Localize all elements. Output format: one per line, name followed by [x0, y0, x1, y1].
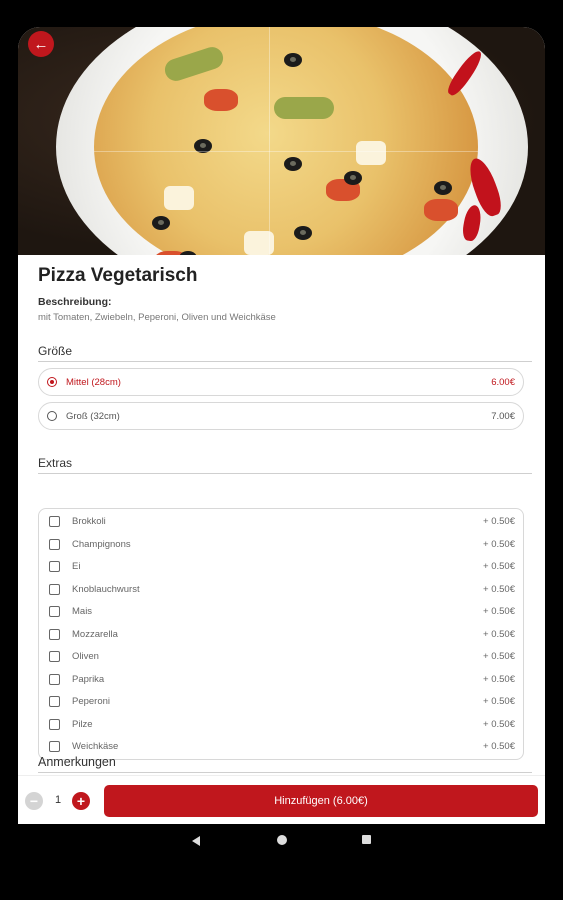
- checkbox-icon: [49, 561, 60, 572]
- extra-item-ei[interactable]: Ei + 0.50€: [39, 557, 523, 579]
- extra-label: Weichkäse: [72, 741, 119, 752]
- size-option-large[interactable]: Groß (32cm) 7.00€: [38, 402, 524, 430]
- increase-quantity-button[interactable]: +: [72, 792, 90, 810]
- extra-label: Champignons: [72, 538, 131, 550]
- size-option-price: 6.00€: [491, 377, 515, 388]
- extra-item-mais[interactable]: Mais + 0.50€: [39, 602, 523, 624]
- extra-price: + 0.50€: [483, 606, 515, 617]
- product-image: ←: [18, 27, 545, 255]
- size-option-medium[interactable]: Mittel (28cm) 6.00€: [38, 368, 524, 396]
- checkbox-icon: [49, 718, 60, 730]
- extra-price: + 0.50€: [483, 673, 515, 685]
- pepperoni-topping: [274, 97, 334, 119]
- slice-cut: [269, 27, 270, 255]
- extra-label: Peperoni: [72, 696, 111, 707]
- olive-topping: [294, 226, 312, 240]
- pizza: [94, 27, 478, 255]
- extra-price: + 0.50€: [483, 583, 515, 595]
- extra-label: Paprika: [72, 673, 105, 685]
- checkbox-icon: [49, 516, 60, 527]
- extra-item-champignons[interactable]: Champignons + 0.50€: [39, 535, 523, 557]
- size-option-label: Groß (32cm): [66, 411, 120, 422]
- extra-label: Mais: [72, 606, 93, 617]
- extra-item-oliven[interactable]: Oliven + 0.50€: [39, 647, 523, 669]
- extra-item-peperoni[interactable]: Peperoni + 0.50€: [39, 692, 523, 714]
- extra-item-brokkoli[interactable]: Brokkoli + 0.50€: [39, 512, 523, 534]
- checkbox-icon: [49, 741, 60, 752]
- extra-price: + 0.50€: [483, 561, 515, 572]
- cheese-topping: [356, 141, 386, 165]
- back-button[interactable]: ←: [28, 31, 54, 57]
- olive-topping: [434, 181, 452, 195]
- extras-list: Brokkoli + 0.50€ Champignons + 0.50€ Ei …: [38, 508, 524, 760]
- slice-cut: [94, 151, 478, 152]
- extra-item-mozzarella[interactable]: Mozzarella + 0.50€: [39, 625, 523, 647]
- extra-price: + 0.50€: [483, 651, 515, 662]
- size-option-price: 7.00€: [491, 411, 515, 422]
- extra-label: Pilze: [72, 718, 93, 730]
- olive-topping: [284, 53, 302, 67]
- nav-home-icon[interactable]: [277, 835, 287, 845]
- decrease-quantity-button[interactable]: −: [25, 792, 43, 810]
- cheese-topping: [164, 186, 194, 210]
- radio-selected-icon: [47, 377, 57, 387]
- quantity-value: 1: [54, 794, 62, 806]
- extra-price: + 0.50€: [483, 628, 515, 640]
- back-arrow-icon: ←: [33, 35, 49, 53]
- checkbox-icon: [49, 651, 60, 662]
- order-bar: − 1 + Hinzufügen (6.00€): [18, 775, 545, 824]
- size-section-heading: Größe: [38, 344, 532, 362]
- nav-back-icon[interactable]: [192, 836, 200, 846]
- app-screen: ← Pizza Vegetarisch Beschreibung: mit To…: [18, 27, 545, 824]
- extra-label: Ei: [72, 561, 81, 572]
- extra-item-pilze[interactable]: Pilze + 0.50€: [39, 715, 523, 737]
- olive-topping: [344, 171, 362, 185]
- checkbox-icon: [49, 628, 60, 640]
- size-option-label: Mittel (28cm): [66, 377, 121, 388]
- extra-price: + 0.50€: [483, 516, 515, 527]
- description-label: Beschreibung:: [38, 296, 112, 308]
- product-title: Pizza Vegetarisch: [38, 265, 198, 286]
- olive-topping: [284, 157, 302, 171]
- extra-price: + 0.50€: [483, 741, 515, 752]
- notes-section-heading: Anmerkungen: [38, 755, 532, 773]
- tomato-topping: [424, 199, 458, 221]
- checkbox-icon: [49, 538, 60, 550]
- nav-recent-icon[interactable]: [362, 835, 371, 844]
- extra-label: Brokkoli: [72, 516, 106, 527]
- pepperoni-topping: [162, 44, 226, 84]
- checkbox-icon: [49, 696, 60, 707]
- description-text: mit Tomaten, Zwiebeln, Peperoni, Oliven …: [38, 312, 276, 323]
- extra-price: + 0.50€: [483, 696, 515, 707]
- tomato-topping: [204, 89, 238, 111]
- add-to-cart-button[interactable]: Hinzufügen (6.00€): [104, 785, 538, 817]
- extra-price: + 0.50€: [483, 718, 515, 730]
- product-details: Pizza Vegetarisch Beschreibung: mit Toma…: [18, 255, 545, 775]
- radio-unselected-icon: [47, 411, 57, 421]
- extra-label: Knoblauchwurst: [72, 583, 140, 595]
- checkbox-icon: [49, 673, 60, 685]
- checkbox-icon: [49, 583, 60, 595]
- extra-item-knoblauchwurst[interactable]: Knoblauchwurst + 0.50€: [39, 580, 523, 602]
- extra-price: + 0.50€: [483, 538, 515, 550]
- extra-label: Mozzarella: [72, 628, 118, 640]
- system-nav-bar: [0, 824, 563, 858]
- extras-section-heading: Extras: [38, 456, 532, 474]
- checkbox-icon: [49, 606, 60, 617]
- extra-label: Oliven: [72, 651, 99, 662]
- plus-icon: +: [76, 793, 86, 809]
- extra-item-paprika[interactable]: Paprika + 0.50€: [39, 670, 523, 692]
- olive-topping: [152, 216, 170, 230]
- minus-icon: −: [29, 793, 39, 809]
